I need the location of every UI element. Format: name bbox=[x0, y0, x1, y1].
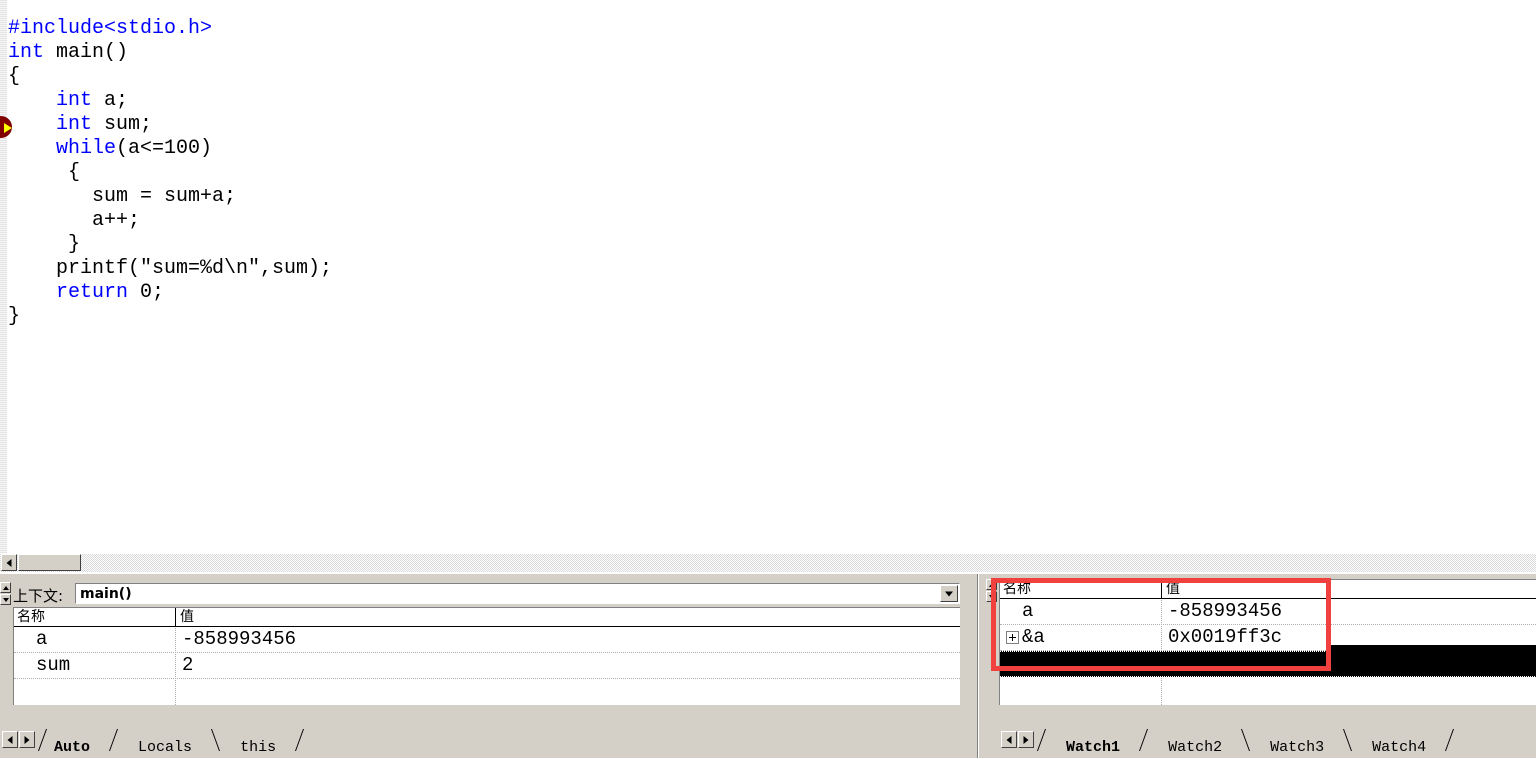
panel-splitter[interactable] bbox=[972, 574, 984, 758]
tab-watch3[interactable]: Watch3 bbox=[1260, 737, 1334, 759]
table-row[interactable]: sum 2 bbox=[14, 653, 960, 679]
tab-scroll-buttons[interactable] bbox=[1001, 731, 1035, 748]
tab-next-button[interactable] bbox=[1018, 731, 1034, 748]
code-line[interactable]: int main() bbox=[8, 41, 332, 65]
editor-gutter[interactable] bbox=[0, 0, 8, 553]
table-row[interactable]: a -858993456 bbox=[1000, 599, 1536, 625]
tab-locals[interactable]: Locals bbox=[128, 737, 202, 759]
code-line[interactable]: #include<stdio.h> bbox=[8, 17, 332, 41]
expand-plus-icon[interactable] bbox=[1006, 631, 1019, 644]
watch-tabstrip[interactable]: Watch1 Watch2 Watch3 Watch4 bbox=[999, 729, 1536, 756]
variable-value: 2 bbox=[182, 654, 194, 676]
code-line[interactable]: sum = sum+a; bbox=[8, 185, 332, 209]
debug-dock: 上下文: main() 名称 值 a -858993456 sum 2 Auto… bbox=[0, 574, 1536, 758]
watch-name: a bbox=[1022, 600, 1034, 622]
scroll-up-button[interactable] bbox=[0, 582, 11, 593]
current-line-arrow-icon bbox=[4, 123, 12, 133]
tab-watch1[interactable]: Watch1 bbox=[1056, 737, 1130, 759]
scroll-left-button[interactable] bbox=[1, 554, 17, 571]
code-line[interactable]: { bbox=[8, 65, 332, 89]
variables-grid[interactable]: 名称 值 a -858993456 sum 2 bbox=[13, 607, 960, 705]
column-header-name[interactable]: 名称 bbox=[14, 608, 174, 626]
context-combobox[interactable]: main() bbox=[75, 583, 960, 604]
variable-value: -858993456 bbox=[182, 628, 297, 650]
watch-scroll-buttons[interactable] bbox=[986, 579, 998, 603]
watch-value: -858993456 bbox=[1168, 600, 1283, 622]
tab-scroll-buttons[interactable] bbox=[2, 731, 36, 748]
tab-prev-button[interactable] bbox=[2, 731, 18, 748]
source-editor[interactable]: #include<stdio.h> int main(){ int a; int … bbox=[0, 0, 1536, 553]
tab-watch2[interactable]: Watch2 bbox=[1158, 737, 1232, 759]
variable-name: a bbox=[36, 628, 48, 650]
code-line[interactable]: } bbox=[8, 305, 332, 329]
variables-tabs[interactable]: Auto Locals this bbox=[38, 729, 305, 756]
watch-value: 0x0019ff3c bbox=[1168, 626, 1283, 648]
scrollbar-track[interactable] bbox=[0, 554, 1536, 572]
column-header-value[interactable]: 值 bbox=[177, 608, 194, 626]
watch-grid-header: 名称 值 bbox=[1000, 580, 1536, 599]
code-line[interactable]: return 0; bbox=[8, 281, 332, 305]
variable-name: sum bbox=[36, 654, 71, 676]
code-text[interactable]: #include<stdio.h> int main(){ int a; int … bbox=[8, 17, 332, 329]
column-header-name[interactable]: 名称 bbox=[1000, 580, 1160, 598]
tab-watch4[interactable]: Watch4 bbox=[1362, 737, 1436, 759]
ide-window: #include<stdio.h> int main(){ int a; int … bbox=[0, 0, 1536, 758]
tab-prev-button[interactable] bbox=[1001, 731, 1017, 748]
tab-next-button[interactable] bbox=[19, 731, 35, 748]
selected-row-overflow bbox=[1331, 645, 1536, 672]
editor-horizontal-scrollbar[interactable] bbox=[0, 553, 1536, 573]
tab-auto[interactable]: Auto bbox=[44, 737, 100, 759]
code-line[interactable]: int a; bbox=[8, 89, 332, 113]
code-line[interactable]: int sum; bbox=[8, 113, 332, 137]
tab-this[interactable]: this bbox=[230, 737, 286, 759]
context-label: 上下文: bbox=[13, 587, 64, 605]
table-row[interactable]: a -858993456 bbox=[14, 627, 960, 653]
scrollbar-thumb[interactable] bbox=[18, 554, 81, 571]
watch-name: &a bbox=[1022, 626, 1045, 648]
variables-scroll-buttons[interactable] bbox=[0, 582, 12, 606]
scroll-down-button[interactable] bbox=[0, 594, 11, 605]
column-header-value[interactable]: 值 bbox=[1163, 580, 1180, 598]
context-bar: 上下文: main() bbox=[13, 583, 960, 605]
code-line[interactable]: } bbox=[8, 233, 332, 257]
variables-tabstrip[interactable]: Auto Locals this bbox=[0, 729, 972, 756]
chevron-down-icon[interactable] bbox=[940, 585, 958, 602]
watch-tabs[interactable]: Watch1 Watch2 Watch3 Watch4 bbox=[1037, 729, 1455, 756]
variables-grid-header: 名称 值 bbox=[14, 608, 960, 627]
code-line[interactable]: printf("sum=%d\n",sum); bbox=[8, 257, 332, 281]
code-line[interactable]: { bbox=[8, 161, 332, 185]
code-line[interactable]: while(a<=100) bbox=[8, 137, 332, 161]
code-line[interactable]: a++; bbox=[8, 209, 332, 233]
scroll-up-button[interactable] bbox=[986, 579, 997, 590]
scroll-down-button[interactable] bbox=[986, 591, 997, 602]
variables-window: 上下文: main() 名称 值 a -858993456 sum 2 Auto… bbox=[0, 574, 972, 758]
context-value: main() bbox=[80, 586, 132, 602]
watch-grid[interactable]: 名称 值 a -858993456 &a 0x0019ff3c bbox=[999, 579, 1536, 705]
